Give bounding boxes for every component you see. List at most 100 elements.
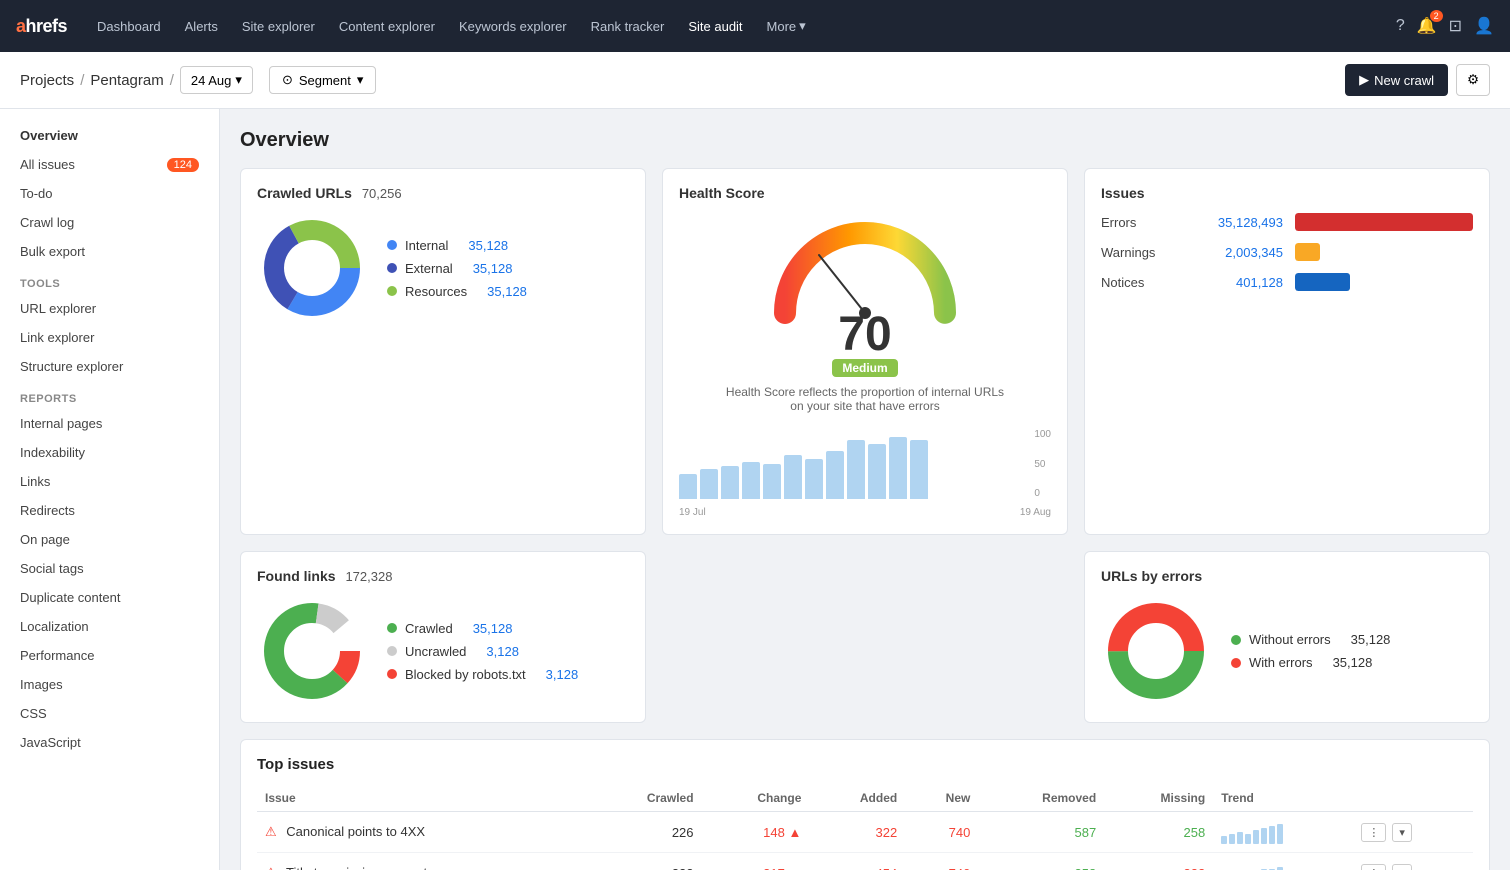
nav-keywords-explorer[interactable]: Keywords explorer <box>449 13 577 40</box>
trend-bar <box>1237 832 1243 844</box>
col-added: Added <box>809 785 905 812</box>
issues-title: Issues <box>1101 185 1473 201</box>
notices-bar-wrap <box>1295 273 1473 291</box>
expand-button-2[interactable]: ▾ <box>1392 864 1412 870</box>
uncrawled-dot <box>387 646 397 656</box>
external-val[interactable]: 35,128 <box>473 261 513 276</box>
nav-content-explorer[interactable]: Content explorer <box>329 13 445 40</box>
health-score-chart: 100 50 0 <box>679 429 1051 499</box>
nav-site-explorer[interactable]: Site explorer <box>232 13 325 40</box>
user-icon[interactable]: 👤 <box>1474 16 1494 36</box>
help-icon[interactable]: ? <box>1396 17 1405 35</box>
sidebar-item-localization[interactable]: Localization <box>0 612 219 641</box>
notification-badge: 2 <box>1430 10 1443 22</box>
sidebar-item-indexability[interactable]: Indexability <box>0 438 219 467</box>
new-crawl-button[interactable]: ▶ New crawl <box>1345 64 1448 96</box>
crawled-urls-count: 70,256 <box>362 186 402 201</box>
trend-1 <box>1213 812 1353 853</box>
project-name[interactable]: Pentagram <box>90 72 163 89</box>
sidebar-item-bulk-export[interactable]: Bulk export <box>0 237 219 266</box>
sidebar-item-links[interactable]: Links <box>0 467 219 496</box>
expand-button-1[interactable]: ▾ <box>1392 823 1412 842</box>
nav-rank-tracker[interactable]: Rank tracker <box>581 13 675 40</box>
trend-bars-2 <box>1221 861 1345 870</box>
uncrawled-val[interactable]: 3,128 <box>486 644 519 659</box>
sidebar-item-on-page[interactable]: On page <box>0 525 219 554</box>
crawled-val[interactable]: 35,128 <box>473 621 513 636</box>
crawled-2: 322 <box>589 853 702 870</box>
tools-section-header: TOOLS <box>0 266 219 294</box>
error-icon-2: ⚠ <box>265 865 277 870</box>
sidebar-item-css[interactable]: CSS <box>0 699 219 728</box>
errors-bar-wrap <box>1295 213 1473 231</box>
sidebar-item-link-explorer[interactable]: Link explorer <box>0 323 219 352</box>
cards-row-1: Crawled URLs 70,256 Internal 35 <box>240 168 1490 535</box>
more-action-button-1[interactable]: ⋮ <box>1361 823 1386 842</box>
notifications-icon[interactable]: 🔔 2 <box>1417 16 1437 36</box>
resources-val[interactable]: 35,128 <box>487 284 527 299</box>
health-score-badge: Medium <box>832 359 897 377</box>
nav-dashboard[interactable]: Dashboard <box>87 13 171 40</box>
play-icon: ▶ <box>1359 72 1369 88</box>
legend-blocked: Blocked by robots.txt 3,128 <box>387 667 578 682</box>
new-crawl-label: New crawl <box>1374 73 1434 88</box>
urls-by-errors-card: URLs by errors Without errors 35,128 <box>1084 551 1490 723</box>
sidebar-item-internal-pages[interactable]: Internal pages <box>0 409 219 438</box>
errors-value[interactable]: 35,128,493 <box>1193 215 1283 230</box>
nav-site-audit[interactable]: Site audit <box>678 13 752 40</box>
date-selector[interactable]: 24 Aug ▾ <box>180 66 253 94</box>
logo[interactable]: ahrefs <box>16 16 67 37</box>
sidebar-item-url-explorer[interactable]: URL explorer <box>0 294 219 323</box>
projects-link[interactable]: Projects <box>20 72 74 89</box>
sidebar-item-structure-explorer[interactable]: Structure explorer <box>0 352 219 381</box>
sidebar-item-images[interactable]: Images <box>0 670 219 699</box>
display-icon[interactable]: ⊡ <box>1449 16 1462 36</box>
missing-1: 258 <box>1104 812 1213 853</box>
reports-section-header: REPORTS <box>0 381 219 409</box>
crawled-urls-card: Crawled URLs 70,256 Internal 35 <box>240 168 646 535</box>
issue-name-1: ⚠ Canonical points to 4XX <box>257 812 589 853</box>
top-issues-header: Issue Crawled Change Added New Removed M… <box>257 785 1473 812</box>
added-1: 322 <box>809 812 905 853</box>
bar-1 <box>679 474 697 499</box>
urls-by-errors-donut-row: Without errors 35,128 With errors 35,128 <box>1101 596 1473 706</box>
sidebar-item-redirects[interactable]: Redirects <box>0 496 219 525</box>
top-issues-title: Top issues <box>257 756 1473 773</box>
sidebar-item-performance[interactable]: Performance <box>0 641 219 670</box>
sidebar-item-social-tags[interactable]: Social tags <box>0 554 219 583</box>
without-errors-val: 35,128 <box>1351 632 1391 647</box>
blocked-val[interactable]: 3,128 <box>546 667 579 682</box>
new-2: 740 <box>905 853 978 870</box>
spacer-middle <box>662 551 1068 723</box>
health-score-title: Health Score <box>679 185 1051 201</box>
warnings-value[interactable]: 2,003,345 <box>1193 245 1283 260</box>
found-links-donut-row: Crawled 35,128 Uncrawled 3,128 Blocked b… <box>257 596 629 706</box>
sidebar-item-overview[interactable]: Overview <box>0 121 219 150</box>
errors-label: Errors <box>1101 215 1181 230</box>
health-score-number: 70 <box>832 311 897 359</box>
sidebar-item-javascript[interactable]: JavaScript <box>0 728 219 757</box>
sidebar-item-all-issues[interactable]: All issues 124 <box>0 150 219 179</box>
legend-resources: Resources 35,128 <box>387 284 527 299</box>
nav-alerts[interactable]: Alerts <box>175 13 228 40</box>
up-arrow-icon-1: ▲ <box>789 825 802 840</box>
legend-internal: Internal 35,128 <box>387 238 527 253</box>
segment-button[interactable]: ⊙ Segment ▾ <box>269 66 376 94</box>
main-content: Overview Crawled URLs 70,256 <box>220 109 1510 870</box>
with-errors-dot <box>1231 658 1241 668</box>
sidebar-item-duplicate-content[interactable]: Duplicate content <box>0 583 219 612</box>
bar-5 <box>763 464 781 499</box>
blocked-dot <box>387 669 397 679</box>
nav-more[interactable]: More ▾ <box>757 12 816 40</box>
sidebar-item-crawl-log[interactable]: Crawl log <box>0 208 219 237</box>
bar-11 <box>889 437 907 499</box>
internal-val[interactable]: 35,128 <box>468 238 508 253</box>
notices-value[interactable]: 401,128 <box>1193 275 1283 290</box>
health-score-description: Health Score reflects the proportion of … <box>725 385 1005 413</box>
col-actions <box>1353 785 1473 812</box>
more-action-button-2[interactable]: ⋮ <box>1361 864 1386 870</box>
sidebar-item-todo[interactable]: To-do <box>0 179 219 208</box>
with-errors-val: 35,128 <box>1333 655 1373 670</box>
settings-button[interactable]: ⚙ <box>1456 64 1490 96</box>
col-missing: Missing <box>1104 785 1213 812</box>
